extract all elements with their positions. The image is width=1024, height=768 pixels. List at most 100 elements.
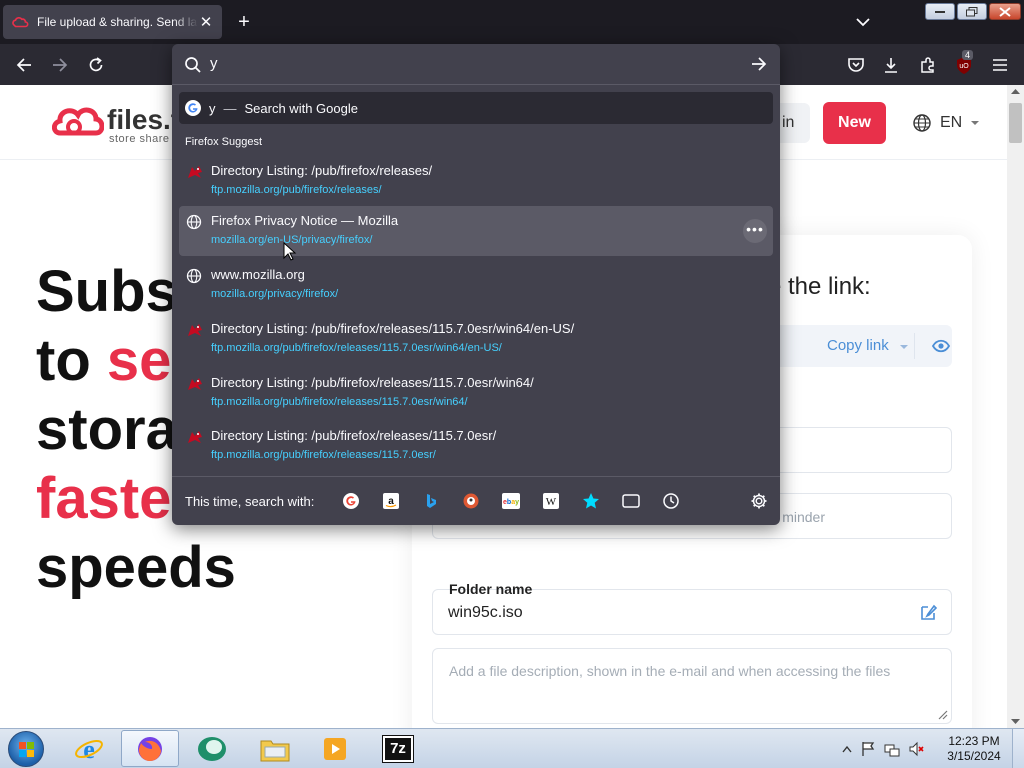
forward-arrow-icon xyxy=(53,58,68,72)
language-selector[interactable]: EN xyxy=(912,113,980,133)
mozilla-icon xyxy=(188,378,202,390)
copy-link-button[interactable]: Copy link xyxy=(827,325,909,367)
taskbar-internet-explorer[interactable]: e xyxy=(60,730,118,767)
downloads-button[interactable] xyxy=(880,54,902,76)
suggestion-row[interactable]: Directory Listing: /pub/firefox/releases… xyxy=(179,156,773,206)
gear-icon xyxy=(751,493,767,509)
pocket-button[interactable] xyxy=(845,54,867,76)
ebay-icon: ebay xyxy=(502,493,520,509)
google-engine-button[interactable] xyxy=(342,492,360,510)
action-center-flag-icon[interactable] xyxy=(860,741,876,757)
suggestion-row[interactable]: www.mozilla.org mozilla.org/privacy/firef… xyxy=(179,260,773,310)
bookmarks-search-button[interactable] xyxy=(582,492,600,510)
suggestion-title: Firefox Privacy Notice — Mozilla xyxy=(211,213,399,228)
urlbar-input[interactable]: y xyxy=(210,55,218,72)
mozilla-icon xyxy=(188,324,202,336)
scroll-up-icon[interactable] xyxy=(1007,85,1024,99)
pocket-icon xyxy=(848,58,864,72)
hero-line-5: speeds xyxy=(36,535,236,600)
eye-icon[interactable] xyxy=(932,335,950,357)
globe-icon xyxy=(186,214,202,235)
search-icon xyxy=(185,57,201,73)
caret-down-icon xyxy=(899,345,908,349)
caret-down-icon xyxy=(971,121,980,125)
reload-button[interactable] xyxy=(85,54,107,76)
start-button[interactable] xyxy=(8,731,44,767)
duckduckgo-engine-button[interactable] xyxy=(462,492,480,510)
tab-close-icon[interactable]: ✕ xyxy=(198,13,214,31)
firefox-suggest-label: Firefox Suggest xyxy=(185,136,263,148)
clock-date: 3/15/2024 xyxy=(947,749,1001,763)
edit-icon[interactable] xyxy=(920,603,938,621)
suggestion-row[interactable]: Directory Listing: /pub/firefox/releases… xyxy=(179,368,773,418)
suggestion-url: ftp.mozilla.org/pub/firefox/releases/115… xyxy=(211,396,468,408)
result-menu-button[interactable]: ••• xyxy=(743,219,767,243)
extensions-button[interactable] xyxy=(917,54,939,76)
folder-icon xyxy=(260,740,290,761)
show-desktop-button[interactable] xyxy=(1012,729,1024,768)
close-window-button[interactable] xyxy=(989,3,1021,20)
system-clock[interactable]: 12:23 PM 3/15/2024 xyxy=(944,734,1004,764)
google-icon xyxy=(185,100,201,116)
share-link-heading: e the link: xyxy=(768,273,871,300)
search-with-google-row[interactable]: y — Search with Google xyxy=(179,92,773,124)
volume-muted-icon[interactable] xyxy=(908,741,924,757)
history-search-button[interactable] xyxy=(662,492,680,510)
scroll-down-icon[interactable] xyxy=(1007,714,1024,728)
go-arrow-icon[interactable] xyxy=(750,56,768,72)
new-tab-button[interactable]: + xyxy=(232,10,256,34)
ublock-button[interactable]: uO 4 xyxy=(953,50,975,76)
resize-grip-icon[interactable] xyxy=(936,708,948,720)
page-scrollbar[interactable] xyxy=(1007,85,1024,728)
forward-button[interactable] xyxy=(49,54,71,76)
logo-tagline: store share xyxy=(109,133,170,145)
show-hidden-icons[interactable] xyxy=(842,745,852,753)
search-settings-button[interactable] xyxy=(750,492,768,510)
suggestion-url: ftp.mozilla.org/pub/firefox/releases/115… xyxy=(211,342,502,354)
files-fm-logo[interactable]: files.f store share xyxy=(52,103,180,145)
chevron-down-icon[interactable] xyxy=(852,12,874,32)
files-fm-tab-icon xyxy=(12,17,29,28)
one-off-search-row: This time, search with: a ebay W xyxy=(172,476,780,525)
scroll-thumb[interactable] xyxy=(1009,103,1022,143)
minimize-icon xyxy=(935,10,945,13)
mozilla-icon xyxy=(188,431,202,443)
suggestion-row[interactable]: Firefox Privacy Notice — Mozilla mozilla.… xyxy=(179,206,773,256)
taskbar-file-explorer[interactable] xyxy=(246,730,304,767)
ebay-engine-button[interactable]: ebay xyxy=(502,492,520,510)
wikipedia-engine-button[interactable]: W xyxy=(542,492,560,510)
taskbar-media-app[interactable] xyxy=(183,730,241,767)
suggestion-row[interactable]: Directory Listing: /pub/firefox/releases… xyxy=(179,421,773,471)
duckduckgo-icon xyxy=(463,493,479,509)
tab-files-fm[interactable]: File upload & sharing. Send large files … xyxy=(3,5,222,39)
mozilla-icon xyxy=(186,429,204,450)
tabs-search-button[interactable] xyxy=(622,492,640,510)
back-button[interactable] xyxy=(13,54,35,76)
svg-text:uO: uO xyxy=(959,63,969,70)
svg-text:e: e xyxy=(83,735,95,764)
globe-icon xyxy=(913,114,931,132)
minimize-button[interactable] xyxy=(925,3,955,20)
tab-strip: File upload & sharing. Send large files … xyxy=(0,0,1024,44)
copy-link-label: Copy link xyxy=(827,337,889,354)
network-icon[interactable] xyxy=(884,741,900,757)
description-textarea[interactable]: Add a file description, shown in the e-m… xyxy=(432,648,952,724)
heuristic-separator: — xyxy=(223,100,237,116)
system-tray xyxy=(842,741,924,757)
new-button[interactable]: New xyxy=(823,102,886,144)
media-player-icon xyxy=(324,737,346,760)
suggestion-row[interactable]: Directory Listing: /pub/firefox/releases… xyxy=(179,314,773,364)
media-app-icon xyxy=(198,736,226,761)
taskbar-7zip[interactable]: 7z xyxy=(369,730,427,767)
language-label: EN xyxy=(940,114,963,131)
amazon-engine-button[interactable]: a xyxy=(382,492,400,510)
restore-button[interactable] xyxy=(957,3,987,20)
back-arrow-icon xyxy=(16,58,31,72)
urlbar-input-row[interactable]: y xyxy=(172,44,780,85)
taskbar-media-player[interactable] xyxy=(307,730,365,767)
globe-icon xyxy=(186,214,202,230)
app-menu-button[interactable] xyxy=(989,54,1011,76)
bing-engine-button[interactable] xyxy=(422,492,440,510)
clock-icon xyxy=(663,493,679,509)
taskbar-firefox[interactable] xyxy=(121,730,179,767)
